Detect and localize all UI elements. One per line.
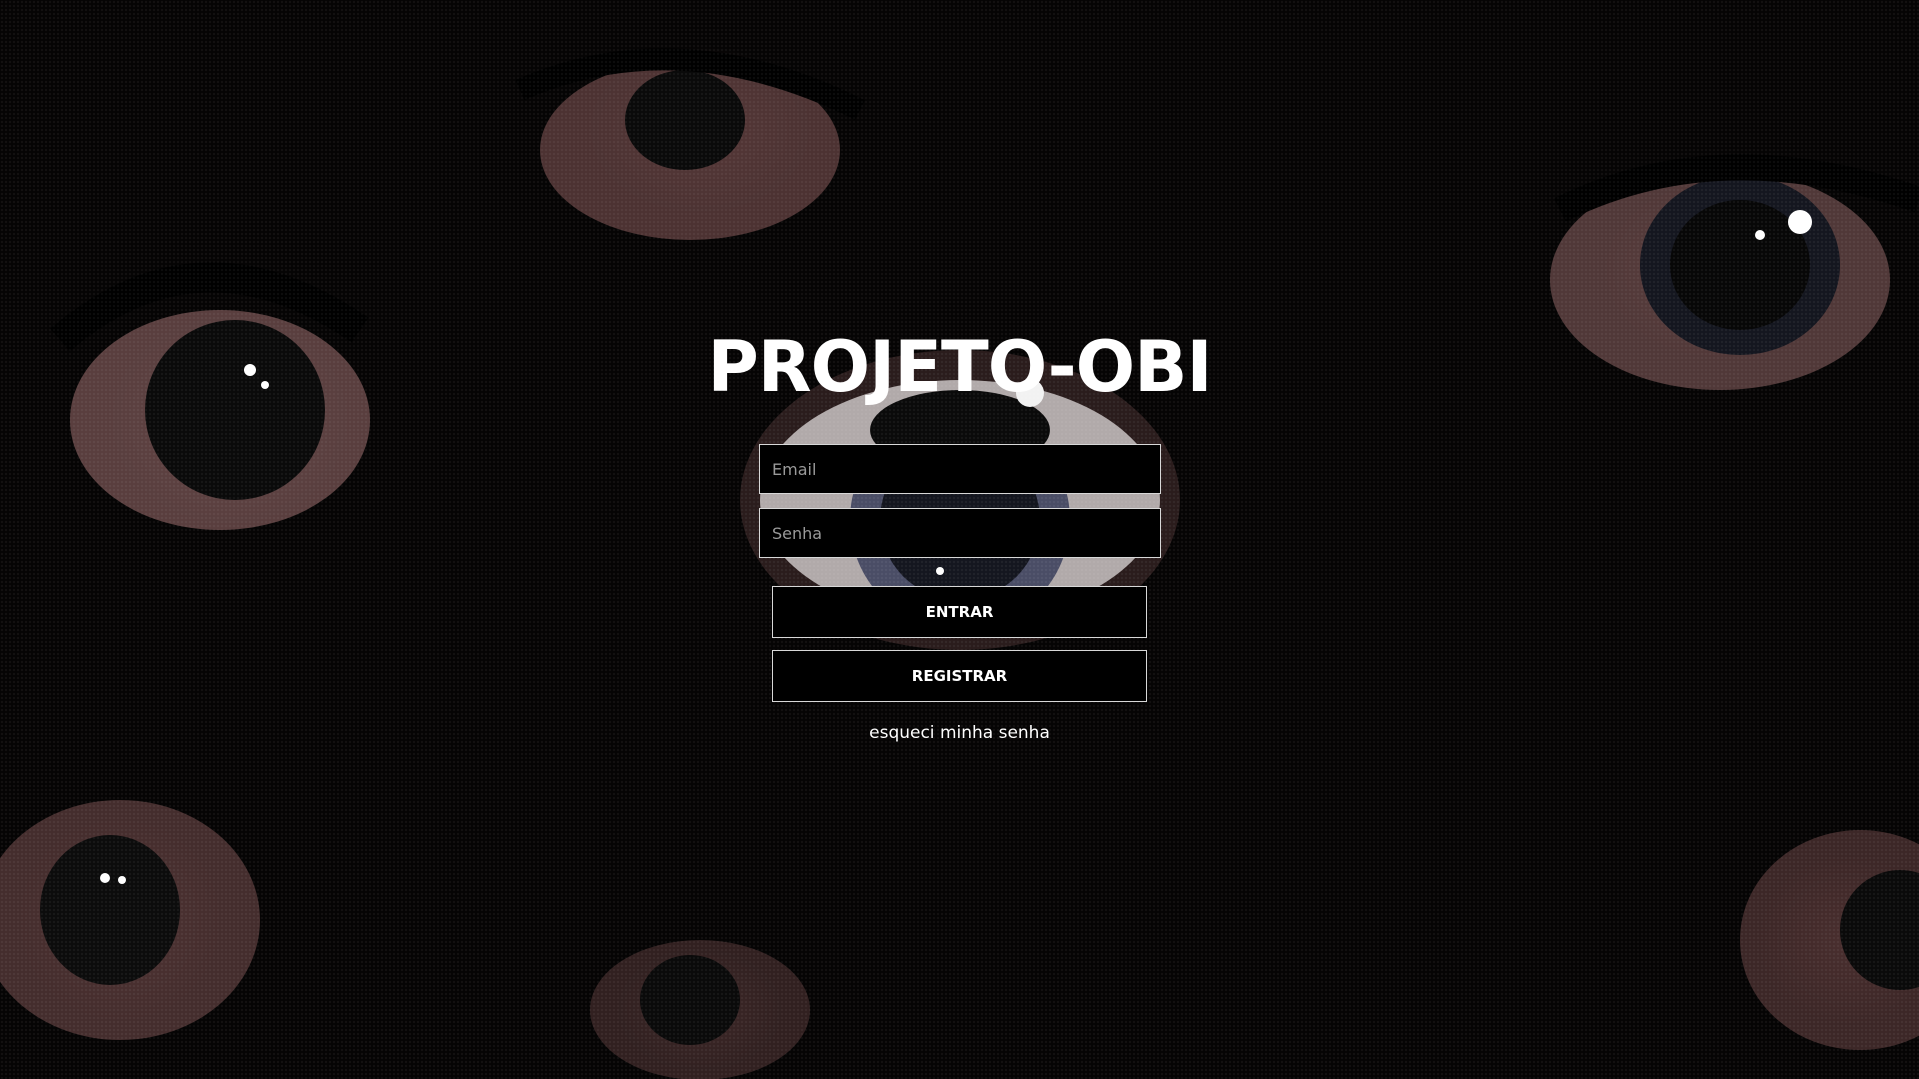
- bottom-center-eye-illustration: [590, 940, 810, 1079]
- enter-button[interactable]: ENTRAR: [772, 586, 1147, 638]
- password-field[interactable]: [759, 508, 1161, 558]
- email-field[interactable]: [759, 444, 1161, 494]
- login-page: PROJETO-OBI ENTRAR REGISTRAR esqueci min…: [0, 0, 1919, 1079]
- bottom-right-eye-illustration: [1740, 830, 1919, 1050]
- bottom-left-eye-illustration: [0, 800, 260, 1040]
- left-eye-illustration: [50, 262, 370, 530]
- forgot-password-link[interactable]: esqueci minha senha: [0, 723, 1919, 743]
- register-button[interactable]: REGISTRAR: [772, 650, 1147, 702]
- app-title: PROJETO-OBI: [707, 325, 1212, 408]
- top-eye-illustration: [515, 48, 865, 240]
